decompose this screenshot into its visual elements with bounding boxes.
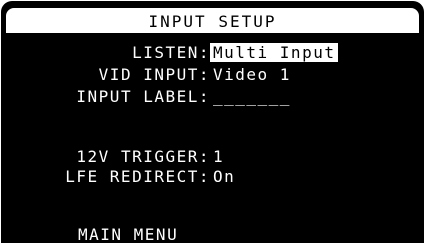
input-label-label: INPUT LABEL:: [76, 87, 210, 106]
main-menu-link[interactable]: MAIN MENU: [78, 227, 178, 243]
menu-row-lfe-redirect[interactable]: LFE REDIRECT: On: [1, 167, 424, 187]
vid-input-value[interactable]: Video 1: [213, 67, 291, 83]
menu-row-12v-trigger[interactable]: 12V TRIGGER: 1: [1, 147, 424, 167]
menu-row-listen[interactable]: LISTEN: Multi Input: [1, 43, 424, 63]
12v-trigger-label: 12V TRIGGER:: [76, 147, 210, 166]
screen-title: INPUT SETUP: [148, 11, 277, 31]
12v-trigger-value[interactable]: 1: [213, 149, 224, 165]
listen-label: LISTEN:: [132, 43, 210, 62]
lfe-redirect-value[interactable]: On: [213, 169, 235, 185]
menu-row-input-label[interactable]: INPUT LABEL: _______: [1, 87, 424, 107]
lfe-redirect-label: LFE REDIRECT:: [65, 167, 210, 186]
menu-row-vid-input[interactable]: VID INPUT: Video 1: [1, 65, 424, 85]
vid-input-label: VID INPUT:: [98, 65, 210, 84]
listen-value[interactable]: Multi Input: [210, 43, 339, 62]
osd-screen: INPUT SETUP LISTEN: Multi Input VID INPU…: [1, 1, 424, 243]
input-label-value[interactable]: _______: [213, 89, 291, 105]
title-bar: INPUT SETUP: [6, 8, 419, 33]
